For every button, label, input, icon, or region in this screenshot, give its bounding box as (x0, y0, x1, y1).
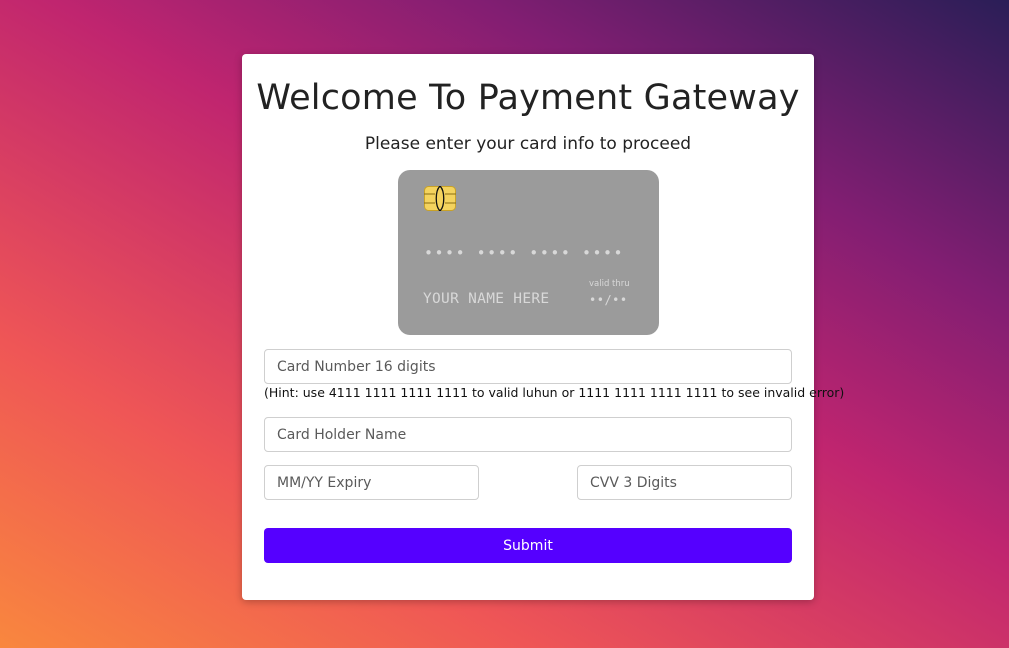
page-title: Welcome To Payment Gateway (256, 78, 800, 118)
card-number-hint: (Hint: use 4111 1111 1111 1111 to valid … (264, 385, 845, 400)
chip-icon (424, 186, 456, 211)
cvv-input[interactable] (577, 465, 792, 500)
valid-thru-label: valid thru (589, 279, 630, 289)
card-name-preview: YOUR NAME HERE (423, 291, 550, 307)
submit-button[interactable]: Submit (264, 528, 792, 563)
expiry-input[interactable] (264, 465, 479, 500)
payment-panel: Welcome To Payment Gateway Please enter … (242, 54, 844, 600)
card-preview: •••• •••• •••• •••• valid thru YOUR NAME… (398, 170, 659, 335)
page-subtitle: Please enter your card info to proceed (364, 134, 692, 154)
card-expiry-preview: ••/•• (589, 293, 628, 307)
card-number-input[interactable] (264, 349, 792, 384)
card-holder-input[interactable] (264, 417, 792, 452)
card-number-preview: •••• •••• •••• •••• (424, 244, 625, 262)
